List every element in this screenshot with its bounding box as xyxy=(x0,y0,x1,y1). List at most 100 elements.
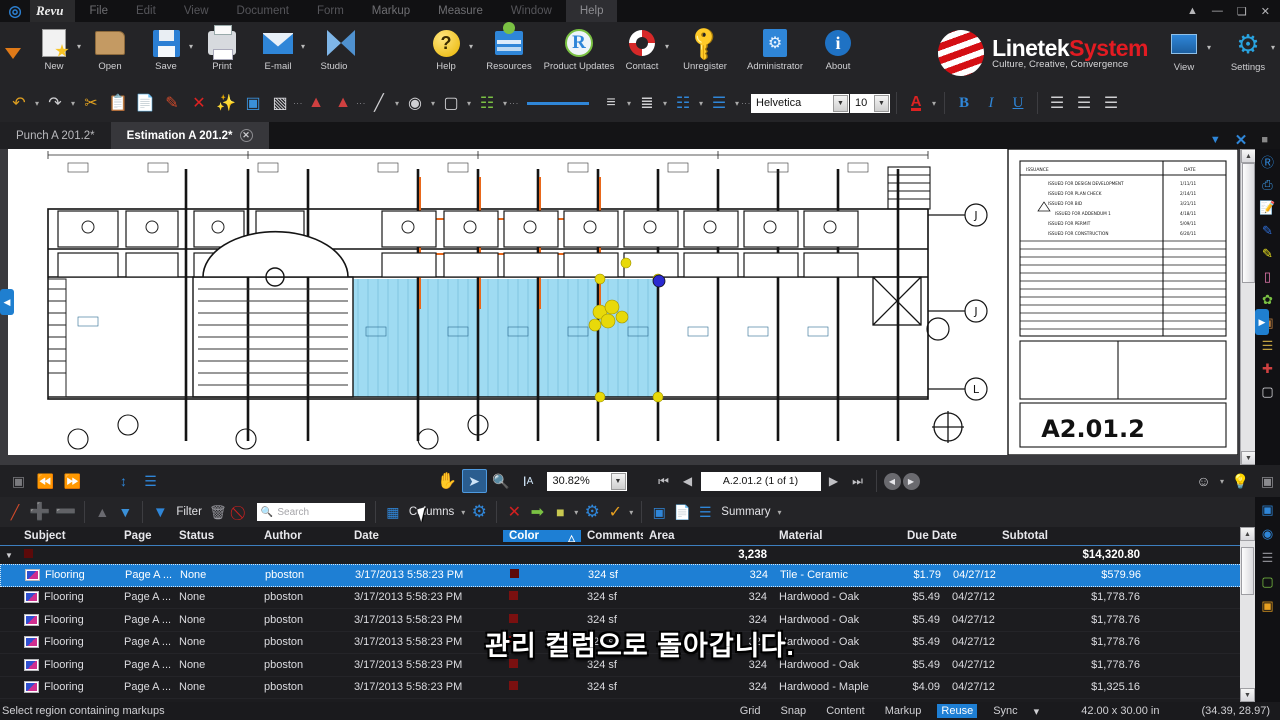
status-dropdown-icon[interactable]: ▾ xyxy=(572,508,580,517)
toolbar-grip[interactable]: ⋮ xyxy=(293,90,303,116)
table-row[interactable]: Flooring Page A ... None pboston 3/17/20… xyxy=(0,587,1280,609)
settings-button[interactable]: ⚙ Settings ▾ xyxy=(1220,23,1276,83)
table-vertical-scrollbar[interactable]: ▲ ▼ xyxy=(1240,527,1255,702)
report-icon[interactable]: ▣ xyxy=(648,499,670,525)
font-family-chevron-down-icon[interactable]: ▼ xyxy=(833,94,848,112)
text-color-dropdown-icon[interactable]: ▾ xyxy=(930,99,938,108)
markup-pen-icon[interactable]: ╱ xyxy=(4,499,26,525)
first-page-icon[interactable]: ⏮ xyxy=(653,470,675,492)
no-entry-icon[interactable]: ⃠ xyxy=(230,499,252,525)
summary-expander-icon[interactable]: ▼ xyxy=(0,551,18,560)
select-arrow-icon[interactable]: ➤ xyxy=(461,469,487,493)
status-toggle-snap[interactable]: Snap xyxy=(776,704,810,718)
drawing-canvas[interactable]: JJL ISSUANCE DATE ISSUED FOR DESIGN DEVE… xyxy=(0,149,1280,465)
column-header-page[interactable]: Page xyxy=(118,530,173,542)
font-size-select[interactable]: 10 ▼ xyxy=(850,93,890,113)
properties-gear-icon[interactable]: ⚙ xyxy=(581,499,603,525)
column-header-color[interactable]: Color △ xyxy=(503,530,581,542)
hatch-pattern-icon[interactable]: ☷ xyxy=(474,88,500,118)
resources-button[interactable]: Resources xyxy=(474,22,544,82)
status-toggle-sync[interactable]: Sync xyxy=(989,704,1021,718)
email-dropdown-icon[interactable]: ▾ xyxy=(301,42,305,51)
column-header-date[interactable]: Date xyxy=(348,530,503,542)
export-arrow-icon[interactable]: ➡ xyxy=(526,499,548,525)
administrator-button[interactable]: ⚙ Administrator xyxy=(740,22,810,82)
move-up-icon[interactable]: ▲ xyxy=(91,499,113,525)
zoom-level-select[interactable]: 30.82% ▼ xyxy=(546,471,627,491)
maximize-icon[interactable]: ❑ xyxy=(1237,5,1247,18)
column-header-due-date[interactable]: Due Date xyxy=(901,530,996,542)
font-size-chevron-down-icon[interactable]: ▼ xyxy=(874,94,889,112)
last-page-icon[interactable]: ⏭ xyxy=(847,470,869,492)
leaf-tool-icon[interactable]: ✿ xyxy=(1258,291,1277,308)
tab-close-icon[interactable]: ✕ xyxy=(239,129,253,142)
align-right-button[interactable]: ☰ xyxy=(1098,88,1124,118)
italic-button[interactable]: I xyxy=(978,88,1004,118)
undo-dropdown-icon[interactable]: ▾ xyxy=(33,99,41,108)
highlighter-tool-icon[interactable]: ✎ xyxy=(1258,245,1277,262)
panel-icon-4[interactable]: ▢ xyxy=(1258,573,1277,590)
help-dropdown-icon[interactable]: ▾ xyxy=(469,42,473,51)
print-button[interactable]: Print xyxy=(194,22,250,82)
panel-icon-2[interactable]: ◉ xyxy=(1258,525,1277,542)
distribute-icon[interactable]: ≣ xyxy=(634,88,660,118)
text-select-icon[interactable]: IA xyxy=(516,469,541,493)
columns-label[interactable]: Columns xyxy=(405,506,458,518)
table-row[interactable]: Flooring Page A ... None pboston 3/17/20… xyxy=(0,609,1280,632)
unregister-button[interactable]: 🔑 Unregister xyxy=(670,22,740,82)
status-toggle-reuse[interactable]: Reuse xyxy=(937,704,978,718)
column-header-subject[interactable]: Subject xyxy=(18,530,118,542)
settings-dropdown-icon[interactable]: ▾ xyxy=(1271,43,1275,52)
menu-item-file[interactable]: File xyxy=(75,0,122,22)
flatten-icon[interactable]: ▲ xyxy=(303,88,329,118)
left-panel-expander[interactable]: ◀ xyxy=(0,289,14,315)
new-button[interactable]: New ▾ xyxy=(26,22,82,82)
markup-settings-gear-icon[interactable]: ⚙ xyxy=(468,499,490,525)
previous-page-icon[interactable]: ◀ xyxy=(677,470,699,492)
panel-icon-5[interactable]: ▣ xyxy=(1258,597,1277,614)
underline-button[interactable]: U xyxy=(1005,88,1031,118)
group-icon[interactable]: ☷ xyxy=(670,88,696,118)
next-page-icon[interactable]: ▶ xyxy=(823,470,845,492)
menu-item-help[interactable]: Help xyxy=(565,0,618,22)
drawing-sheet[interactable]: JJL ISSUANCE DATE ISSUED FOR DESIGN DEVE… xyxy=(8,149,1239,456)
delete-x-icon[interactable]: ✕ xyxy=(186,88,212,118)
panel-icon-1[interactable]: ▣ xyxy=(1258,501,1277,518)
menu-item-view[interactable]: View xyxy=(170,0,223,22)
save-button[interactable]: Save ▾ xyxy=(138,22,194,82)
view-dropdown-icon[interactable]: ▾ xyxy=(1207,43,1211,52)
undo-icon[interactable]: ↶ xyxy=(6,88,32,118)
toolbar-grip-3[interactable]: ⋮ xyxy=(509,90,519,116)
list-icon[interactable]: ☰ xyxy=(694,499,716,525)
hatch-dropdown-icon[interactable]: ▾ xyxy=(501,99,509,108)
table-row[interactable]: Flooring Page A ... None pboston 3/17/20… xyxy=(0,654,1280,677)
search-input[interactable]: 🔍 Search xyxy=(256,503,365,521)
export-document-icon[interactable]: 📄 xyxy=(671,499,693,525)
summary-label[interactable]: Summary xyxy=(717,506,774,518)
text-color-icon[interactable]: A xyxy=(903,88,929,118)
tab-punch-a-201-2[interactable]: Punch A 201.2* xyxy=(0,122,111,149)
tab-list-chevron-down-icon[interactable]: ▼ xyxy=(1210,134,1221,146)
next-view-icon[interactable]: ⏩ xyxy=(60,469,85,493)
font-family-select[interactable]: Helvetica ▼ xyxy=(751,93,849,113)
unflatten-icon[interactable]: ▲ xyxy=(330,88,356,118)
email-button[interactable]: E-mail ▾ xyxy=(250,22,306,82)
line-style-icon[interactable]: ▢ xyxy=(438,88,464,118)
save-dropdown-icon[interactable]: ▾ xyxy=(189,42,193,51)
column-header-area[interactable]: Area xyxy=(643,530,773,542)
fill-color-icon[interactable]: ◉ xyxy=(402,88,428,118)
ribbon-expand-caret[interactable] xyxy=(0,22,26,84)
copy-icon[interactable]: 📋 xyxy=(105,88,131,118)
fit-width-icon[interactable]: ↕ xyxy=(111,469,136,493)
monitor-tool-icon[interactable]: ▢ xyxy=(1258,383,1277,400)
previous-view-icon[interactable]: ⏪ xyxy=(33,469,58,493)
align-dropdown-icon[interactable]: ▾ xyxy=(625,99,633,108)
column-header-author[interactable]: Author xyxy=(258,530,348,542)
summary-chevron-down-icon[interactable]: ▾ xyxy=(776,508,784,517)
tab-estimation-a-201-2[interactable]: Estimation A 201.2* ✕ xyxy=(110,122,269,149)
forward-icon[interactable]: ▶ xyxy=(902,472,920,490)
eraser-tool-icon[interactable]: ▯ xyxy=(1258,268,1277,285)
format-painter-icon[interactable]: ✎ xyxy=(159,88,185,118)
column-header-comments[interactable]: Comments xyxy=(581,530,643,542)
redo-dropdown-icon[interactable]: ▾ xyxy=(69,99,77,108)
